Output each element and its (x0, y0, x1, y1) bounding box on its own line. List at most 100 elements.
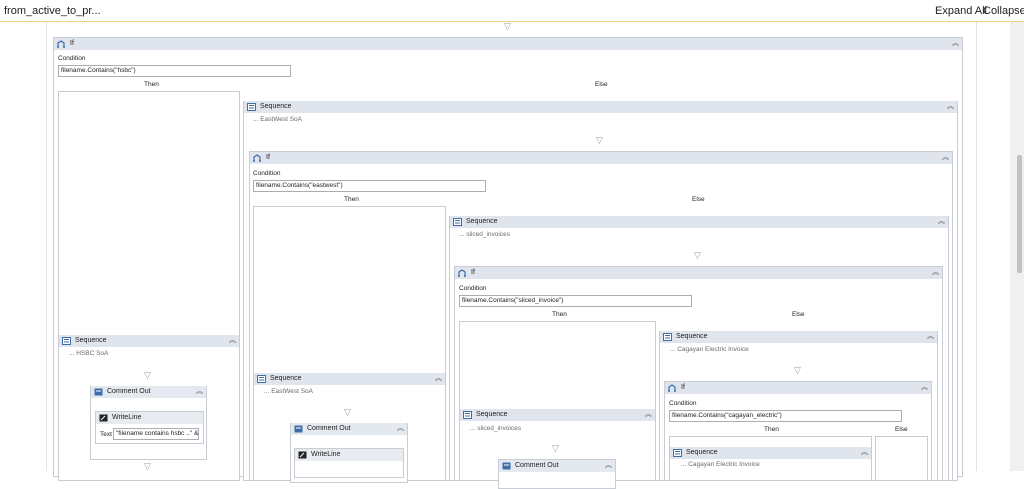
sequence-eastwest-header[interactable]: Sequence ︽ (244, 101, 957, 113)
condition-label: Condition (459, 285, 487, 292)
if-hsbc-title: If (70, 40, 74, 47)
drop-target-triangle-icon[interactable]: ▽ (694, 250, 701, 261)
condition-cagayan-input[interactable]: filename.Contains("cagayan_electric") (669, 410, 902, 422)
sequence-icon (463, 411, 472, 419)
writeline-hsbc-header[interactable]: WriteLine (96, 412, 203, 424)
chevron-up-icon[interactable]: ︽ (196, 386, 203, 398)
eastwest-soa-annotation: ... EastWest SoA (253, 116, 303, 123)
if-sliced-invoice-header[interactable]: If ︽ (455, 267, 942, 279)
else-label: Else (595, 81, 608, 88)
writeline-icon (298, 451, 307, 459)
comment-out-icon (502, 462, 511, 470)
chevron-up-icon[interactable]: ︽ (435, 373, 442, 385)
expand-all-button[interactable]: Expand All (935, 5, 987, 17)
if-cagayan-title: If (681, 384, 685, 391)
sequence-cagayan-header[interactable]: Sequence ︽ (660, 331, 937, 343)
cagayan-invoice-annotation: ... Cagayan Electric Invoice (670, 346, 749, 353)
sequence-icon (257, 375, 266, 383)
canvas-left-guide (46, 22, 47, 471)
cagayan-invoice-inner-annotation: ... Cagayan Electric Invoice (681, 461, 760, 468)
else-label: Else (895, 426, 908, 433)
sequence-cagayan-title: Sequence (676, 333, 708, 340)
sequence-eastwest-title: Sequence (260, 103, 292, 110)
comment-out-hsbc-title: Comment Out (107, 388, 151, 395)
writeline-text-input[interactable]: "filename contains hsbc .." & (113, 428, 199, 440)
writeline-eastwest-title: WriteLine (311, 451, 341, 458)
comment-out-sliced-header[interactable]: Comment Out ︽ (499, 460, 615, 472)
sequence-eastwest-soa-header[interactable]: Sequence ︽ (254, 373, 445, 385)
comment-out-hsbc-header[interactable]: Comment Out ︽ (91, 386, 206, 398)
hsbc-soa-annotation: ... HSBC SoA (69, 350, 109, 357)
chevron-up-icon[interactable]: ︽ (947, 101, 954, 113)
sequence-sliced-invoices-header[interactable]: Sequence ︽ (450, 216, 948, 228)
eastwest-soa-inner-annotation: ... EastWest SoA (264, 388, 314, 395)
scrollbar-thumb[interactable] (1017, 155, 1022, 273)
if-sliced-invoice-title: If (471, 269, 475, 276)
sliced-invoices-annotation: ... sliced_invoices (459, 231, 510, 238)
sequence-hsbc-title: Sequence (75, 337, 107, 344)
comment-out-icon (294, 425, 303, 433)
condition-hsbc-input[interactable]: filename.Contains("hsbc") (58, 65, 291, 77)
then-label: Then (552, 311, 567, 318)
sequence-icon (62, 337, 71, 345)
drop-target-triangle-icon[interactable]: ▽ (144, 461, 151, 472)
chevron-up-icon[interactable]: ︽ (927, 331, 934, 343)
chevron-up-icon[interactable]: ︽ (645, 409, 652, 421)
if-hsbc-header[interactable]: If ︽ (54, 38, 962, 50)
chevron-up-icon[interactable]: ︽ (942, 152, 949, 164)
sequence-sliced-invoices-inner-header[interactable]: Sequence ︽ (460, 409, 655, 421)
if-branch-icon (668, 384, 676, 392)
comment-out-eastwest-header[interactable]: Comment Out ︽ (291, 423, 407, 435)
else-label: Else (792, 311, 805, 318)
comment-out-icon (94, 388, 103, 396)
drop-target-triangle-icon[interactable]: ▽ (596, 135, 603, 146)
condition-label: Condition (58, 55, 86, 62)
if-branch-icon (458, 269, 466, 277)
drop-target-triangle-icon[interactable]: ▽ (504, 21, 511, 32)
then-label: Then (344, 196, 359, 203)
chevron-up-icon[interactable]: ︽ (938, 216, 945, 228)
writeline-icon (99, 414, 108, 422)
condition-label: Condition (253, 170, 281, 177)
sequence-icon (247, 103, 256, 111)
comment-out-sliced-title: Comment Out (515, 462, 559, 469)
chevron-up-icon[interactable]: ︽ (952, 38, 959, 50)
sequence-icon (673, 449, 682, 457)
sequence-icon (663, 333, 672, 341)
chevron-up-icon[interactable]: ︽ (229, 335, 236, 347)
if-eastwest-title: If (266, 154, 270, 161)
chevron-up-icon[interactable]: ︽ (921, 382, 928, 394)
chevron-up-icon[interactable]: ︽ (397, 423, 404, 435)
writeline-hsbc-title: WriteLine (112, 414, 142, 421)
writeline-eastwest-header[interactable]: WriteLine (295, 449, 403, 461)
chevron-up-icon[interactable]: ︽ (861, 447, 868, 459)
if-branch-icon (253, 154, 261, 162)
sequence-cagayan-inner-title: Sequence (686, 449, 718, 456)
drop-target-triangle-icon[interactable]: ▽ (344, 407, 351, 418)
condition-label: Condition (669, 400, 697, 407)
chevron-up-icon[interactable]: ︽ (605, 460, 612, 472)
drop-target-triangle-icon[interactable]: ▽ (552, 443, 559, 454)
then-panel-sliced-invoice[interactable] (459, 321, 656, 481)
then-label: Then (144, 81, 159, 88)
else-panel-cagayan[interactable] (875, 436, 928, 481)
if-branch-icon (57, 40, 65, 48)
canvas-right-guide (976, 22, 977, 471)
sequence-eastwest-soa-title: Sequence (270, 375, 302, 382)
sequence-cagayan-inner-header[interactable]: Sequence ︽ (670, 447, 871, 459)
sequence-hsbc-header[interactable]: Sequence ︽ (59, 335, 239, 347)
if-cagayan-header[interactable]: If ︽ (665, 382, 931, 394)
if-eastwest-header[interactable]: If ︽ (250, 152, 952, 164)
writeline-text-label: Text (100, 431, 112, 438)
drop-target-triangle-icon[interactable]: ▽ (144, 370, 151, 381)
else-label: Else (692, 196, 705, 203)
condition-sliced-invoice-input[interactable]: filename.Contains("sliced_invoice") (459, 295, 692, 307)
condition-eastwest-input[interactable]: filename.Contains("eastwest") (253, 180, 486, 192)
drop-target-triangle-icon[interactable]: ▽ (794, 365, 801, 376)
sequence-sliced-invoices-inner-title: Sequence (476, 411, 508, 418)
toolbar-divider (0, 21, 1024, 22)
workflow-title: from_active_to_pr... (4, 5, 101, 17)
collapse-all-button[interactable]: Collapse A (983, 5, 1024, 17)
chevron-up-icon[interactable]: ︽ (932, 267, 939, 279)
sequence-sliced-invoices-title: Sequence (466, 218, 498, 225)
